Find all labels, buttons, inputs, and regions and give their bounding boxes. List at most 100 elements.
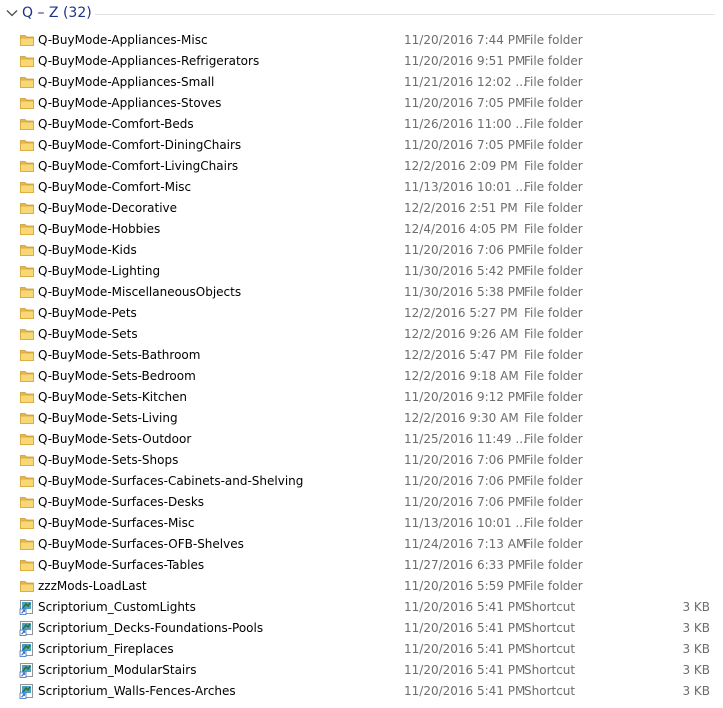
folder-row[interactable]: Q-BuyMode-Sets-Bedroom 12/2/2016 9:18 AM F… [0,366,723,387]
file-name: Q-BuyMode-Surfaces-Tables [38,558,205,572]
folder-row[interactable]: Q-BuyMode-Comfort-Misc 11/13/2016 10:01 .… [0,177,723,198]
folder-icon [20,77,34,88]
file-name: Q-BuyMode-Comfort-Beds [38,117,194,131]
folder-icon [20,56,34,67]
file-size: 3 KB [682,600,710,614]
folder-row[interactable]: Q-BuyMode-Decorative 12/2/2016 2:51 PM Fil… [0,198,723,219]
file-type: File folder [524,201,583,215]
file-type: Shortcut [524,663,576,677]
file-type: File folder [524,306,583,320]
file-type: File folder [524,411,583,425]
folder-icon [20,161,34,172]
folder-row[interactable]: Q-BuyMode-Sets-Outdoor 11/25/2016 11:49 .… [0,429,723,450]
folder-icon [20,266,34,277]
file-date-modified: 11/24/2016 7:13 AM [404,537,527,551]
file-date-modified: 12/2/2016 9:18 AM [404,369,519,383]
folder-row[interactable]: Q-BuyMode-Appliances-Small 11/21/2016 12:… [0,72,723,93]
file-date-modified: 11/30/2016 5:38 PM [404,285,526,299]
folder-row[interactable]: Q-BuyMode-Surfaces-OFB-Shelves 11/24/2016… [0,534,723,555]
file-type: File folder [524,222,583,236]
folder-row[interactable]: zzzMods-LoadLast 11/20/2016 5:59 PM File f… [0,576,723,597]
file-name: Q-BuyMode-Hobbies [38,222,161,236]
file-type: File folder [524,432,583,446]
folder-icon [20,560,34,571]
file-name: Q-BuyMode-Surfaces-OFB-Shelves [38,537,244,551]
file-type: File folder [524,495,583,509]
group-header-q-z[interactable]: Q – Z (32) [0,0,723,28]
folder-row[interactable]: Q-BuyMode-Surfaces-Desks 11/20/2016 7:06 … [0,492,723,513]
folder-row[interactable]: Q-BuyMode-Comfort-Beds 11/26/2016 11:00 .… [0,114,723,135]
file-type: Shortcut [524,621,576,635]
file-name: Q-BuyMode-Appliances-Refrigerators [38,54,260,68]
folder-icon [20,392,34,403]
folder-row[interactable]: Q-BuyMode-Kids 11/20/2016 7:06 PM File fol… [0,240,723,261]
folder-row[interactable]: Q-BuyMode-Lighting 11/30/2016 5:42 PM File… [0,261,723,282]
file-type: File folder [524,579,583,593]
folder-row[interactable]: Q-BuyMode-Comfort-LivingChairs 12/2/2016 … [0,156,723,177]
folder-icon [20,140,34,151]
folder-row[interactable]: Q-BuyMode-MiscellaneousObjects 11/30/2016… [0,282,723,303]
folder-icon [20,413,34,424]
file-type: File folder [524,33,583,47]
folder-row[interactable]: Q-BuyMode-Surfaces-Cabinets-and-Shelving… [0,471,723,492]
file-date-modified: 11/21/2016 12:02 ... [404,75,527,89]
folder-row[interactable]: Q-BuyMode-Pets 12/2/2016 5:27 PM File fold… [0,303,723,324]
folder-icon [20,434,34,445]
file-date-modified: 11/20/2016 5:41 PM [404,621,526,635]
shortcut-row[interactable]: Scriptorium_ModularStairs 11/20/2016 5:41… [0,660,723,681]
shortcut-row[interactable]: Scriptorium_Fireplaces 11/20/2016 5:41 PM… [0,639,723,660]
file-date-modified: 11/13/2016 10:01 ... [404,180,527,194]
folder-row[interactable]: Q-BuyMode-Sets-Living 12/2/2016 9:30 AM Fi… [0,408,723,429]
shortcut-row[interactable]: Scriptorium_Decks-Foundations-Pools 11/20… [0,618,723,639]
folder-row[interactable]: Q-BuyMode-Sets-Shops 11/20/2016 7:06 PM Fi… [0,450,723,471]
shortcut-row[interactable]: Scriptorium_CustomLights 11/20/2016 5:41 … [0,597,723,618]
folder-row[interactable]: Q-BuyMode-Surfaces-Misc 11/13/2016 10:01 … [0,513,723,534]
file-date-modified: 11/20/2016 7:05 PM [404,138,526,152]
folder-icon [20,119,34,130]
file-name: Q-BuyMode-Sets [38,327,138,341]
file-name: Scriptorium_ModularStairs [38,663,197,677]
folder-row[interactable]: Q-BuyMode-Appliances-Refrigerators 11/20/… [0,51,723,72]
file-date-modified: 11/20/2016 7:05 PM [404,96,526,110]
shortcut-icon [19,642,33,657]
file-date-modified: 11/20/2016 5:41 PM [404,600,526,614]
file-name: Q-BuyMode-Sets-Bedroom [38,369,196,383]
file-name: Q-BuyMode-Surfaces-Cabinets-and-Shelving [38,474,304,488]
shortcut-icon [19,684,33,699]
shortcut-row[interactable]: Scriptorium_Walls-Fences-Arches 11/20/201… [0,681,723,702]
file-type: File folder [524,264,583,278]
file-size: 3 KB [682,684,710,698]
folder-row[interactable]: Q-BuyMode-Hobbies 12/4/2016 4:05 PM File f… [0,219,723,240]
folder-icon [20,350,34,361]
folder-row[interactable]: Q-BuyMode-Surfaces-Tables 11/27/2016 6:33… [0,555,723,576]
folder-row[interactable]: Q-BuyMode-Appliances-Stoves 11/20/2016 7:… [0,93,723,114]
file-name: Q-BuyMode-Pets [38,306,137,320]
file-type: File folder [524,138,583,152]
file-date-modified: 11/26/2016 11:00 ... [404,117,527,131]
file-name: Scriptorium_Fireplaces [38,642,174,656]
chevron-down-icon[interactable] [5,6,19,20]
folder-row[interactable]: Q-BuyMode-Sets 12/2/2016 9:26 AM File fold… [0,324,723,345]
file-type: File folder [524,159,583,173]
file-date-modified: 12/2/2016 5:47 PM [404,348,518,362]
file-date-modified: 12/2/2016 2:09 PM [404,159,518,173]
folder-icon [20,581,34,592]
group-divider [95,14,715,15]
file-date-modified: 12/2/2016 5:27 PM [404,306,518,320]
folder-row[interactable]: Q-BuyMode-Sets-Bathroom 12/2/2016 5:47 PM… [0,345,723,366]
file-name: Q-BuyMode-Sets-Bathroom [38,348,201,362]
file-name: Scriptorium_CustomLights [38,600,196,614]
folder-row[interactable]: Q-BuyMode-Sets-Kitchen 11/20/2016 9:12 PM… [0,387,723,408]
file-name: Scriptorium_Walls-Fences-Arches [38,684,236,698]
file-type: File folder [524,453,583,467]
folder-row[interactable]: Q-BuyMode-Comfort-DiningChairs 11/20/2016… [0,135,723,156]
file-name: Q-BuyMode-Appliances-Misc [38,33,208,47]
file-type: File folder [524,180,583,194]
file-date-modified: 11/20/2016 9:51 PM [404,54,526,68]
folder-icon [20,371,34,382]
file-name: Q-BuyMode-Comfort-LivingChairs [38,159,239,173]
folder-row[interactable]: Q-BuyMode-Appliances-Misc 11/20/2016 7:44… [0,30,723,51]
file-date-modified: 11/20/2016 7:44 PM [404,33,526,47]
group-title: Q – Z (32) [22,5,92,21]
file-type: File folder [524,537,583,551]
